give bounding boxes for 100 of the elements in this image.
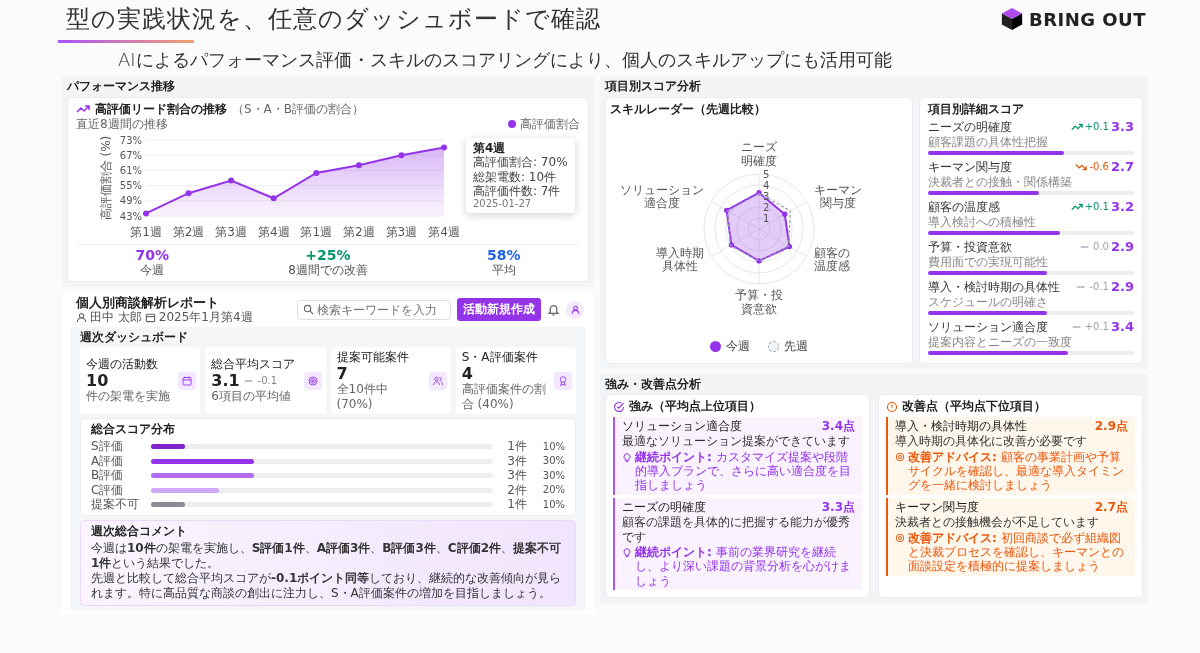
score-value: 2.7 (1110, 159, 1134, 175)
tooltip-date: 2025-01-27 (473, 198, 533, 211)
grade-percent: 10% (541, 498, 565, 511)
score-delta: +0.1 (1084, 320, 1109, 333)
data-point (398, 151, 405, 158)
grade-percent: 30% (541, 455, 565, 468)
users-icon (431, 374, 444, 387)
axis-label: 導入時期具体性 (656, 246, 705, 275)
kpi-note: 6項目の平均値 (211, 389, 292, 404)
score-note: 提案内容とニーズの一致度 (928, 334, 1073, 350)
item-name: ソリューション適合度 (622, 418, 742, 434)
item-name: キーマン関与度 (895, 499, 979, 515)
lightbulb-icon (622, 547, 632, 557)
score-delta: +0.1 (1084, 200, 1109, 213)
score-name: ニーズの明確度 (928, 119, 1012, 135)
kpi-note: 高評価案件の割合 (40%) (461, 382, 547, 411)
calendar-icon (144, 312, 156, 324)
axis-label: 61% (119, 164, 142, 176)
data-point (724, 207, 730, 214)
kpi-value: 4 (461, 364, 473, 383)
advice-text: 改善アドバイス: 初回商談で必ず組織図と決裁プロセスを確認し、キーマンとの面談設定を積極的に提案しましょう (908, 530, 1125, 574)
stat-label: 今週 (140, 263, 165, 278)
item-description: 最適なソリューション提案ができています (622, 434, 851, 449)
target-icon (895, 532, 905, 543)
cube-logo-icon (1000, 7, 1023, 32)
stat-value: 70% (135, 246, 170, 264)
grade-label: 提案不可 (91, 497, 140, 512)
create-button[interactable]: 活動新規作成 (457, 298, 541, 322)
avatar[interactable] (566, 300, 584, 319)
score-note: 顧客課題の具体性把握 (928, 134, 1049, 150)
axis-label: 第1週 (130, 224, 162, 239)
card-title: スキルレーダー（先週比較） (610, 101, 767, 117)
card-title: 項目別詳細スコア (928, 101, 1025, 117)
target-icon (306, 374, 319, 387)
section-title: パフォーマンス推移 (67, 79, 176, 94)
axis-label: 第2週 (343, 224, 375, 239)
tooltip-line: 高評価割合: 70% (473, 155, 568, 170)
award-icon (557, 374, 569, 387)
tick-label: 5 (763, 169, 770, 181)
grade-percent: 20% (541, 484, 565, 497)
item-score: 3.3点 (821, 499, 855, 515)
stat-value: 58% (486, 246, 521, 264)
search-field[interactable]: 検索キーワードを入力 (297, 299, 451, 320)
axis-label: ニーズ明確度 (741, 141, 777, 170)
logo-text: BRING OUT (1028, 8, 1146, 31)
kpi-label: 今週の活動数 (86, 357, 159, 372)
score-name: 顧客の温度感 (928, 199, 1000, 215)
score-name: 予算・投資意欲 (928, 239, 1012, 255)
item-score: 2.7点 (1094, 499, 1128, 515)
section-title: 項目別スコア分析 (605, 79, 702, 94)
kpi-note: 件の架電を実施 (86, 389, 170, 404)
tooltip-title: 第4週 (473, 140, 507, 156)
score-value: 3.3 (1110, 119, 1134, 135)
grade-count: 3件 (506, 468, 527, 483)
axis-label: 55% (119, 179, 142, 191)
score-name: 導入・検討時期の具体性 (928, 279, 1060, 295)
tick-label: 3 (763, 191, 770, 203)
score-name: ソリューション適合度 (928, 319, 1048, 335)
slide-subtitle: AIによるパフォーマンス評価・スキルのスコアリングにより、個人のスキルアップにも活用可能 (118, 48, 893, 71)
data-point (228, 177, 235, 184)
comment-text: 今週は10件の架電を実施し、S評価1件、A評価3件、B評価3件、C評価2件、提案不可1件という結果でした。 (91, 541, 562, 571)
tooltip-line: 高評価件数: 7件 (473, 183, 562, 199)
axis-label: 43% (119, 210, 142, 222)
lightbulb-icon (622, 451, 632, 462)
score-delta: -0.6 (1089, 160, 1109, 173)
grade-count: 1件 (506, 497, 527, 512)
axis-label: キーマン関与度 (813, 183, 862, 212)
advice-text: 継続ポイント: 事前の業界研究を継続し、より深い課題の背景分析を心がけましょう (635, 545, 852, 589)
item-score: 2.9点 (1094, 418, 1128, 434)
report-title: 個人別商談解析レポート (76, 294, 220, 311)
stat-label: 8週間での改善 (288, 263, 368, 278)
kpi-label: 提案可能案件 (336, 350, 410, 365)
data-point (185, 189, 192, 196)
grade-label: C評価 (91, 482, 125, 498)
axis-label: 73% (119, 134, 142, 146)
card-title: 高評価リード割合の推移 (95, 101, 227, 117)
advice-text: 改善アドバイス: 顧客の事業計画や予算サイクルを確認し、最適な導入タイミングを一緒に検討しましょう (908, 449, 1125, 493)
slide-title: 型の実践状況を、任意のダッシュボードで確認 (66, 5, 601, 34)
data-point (728, 242, 734, 248)
tick-label: 4 (763, 180, 770, 192)
stat-label: 平均 (491, 263, 516, 278)
data-point (786, 244, 793, 250)
grade-label: A評価 (91, 453, 125, 469)
score-delta: 0.0 (1093, 240, 1109, 253)
score-delta: +0.1 (1084, 120, 1109, 133)
legend-label: 高評価割合 (520, 117, 580, 132)
score-value: 3.2 (1110, 199, 1134, 215)
axis-label: 第2週 (172, 224, 205, 239)
section-title: 強み・改善点分析 (605, 377, 702, 392)
grade-label: S評価 (91, 439, 124, 454)
data-point (143, 210, 149, 217)
axis-label: 第1週 (300, 224, 333, 239)
score-value: 2.9 (1110, 239, 1134, 255)
axis-label: 第3週 (215, 224, 247, 239)
kpi-label: 総合平均スコア (211, 357, 296, 372)
item-score: 3.4点 (821, 418, 855, 434)
tick-label: 1 (763, 213, 770, 225)
grade-count: 1件 (506, 439, 527, 454)
bell-icon[interactable] (547, 303, 560, 317)
comment-text: 先週と比較して総合平均スコアが-0.1ポイント同等しており、継続的な改善傾向が見られます。特に高品質な商談の創出に注力し、S・A評価案件の増加を目指しましょう。 (91, 571, 563, 601)
